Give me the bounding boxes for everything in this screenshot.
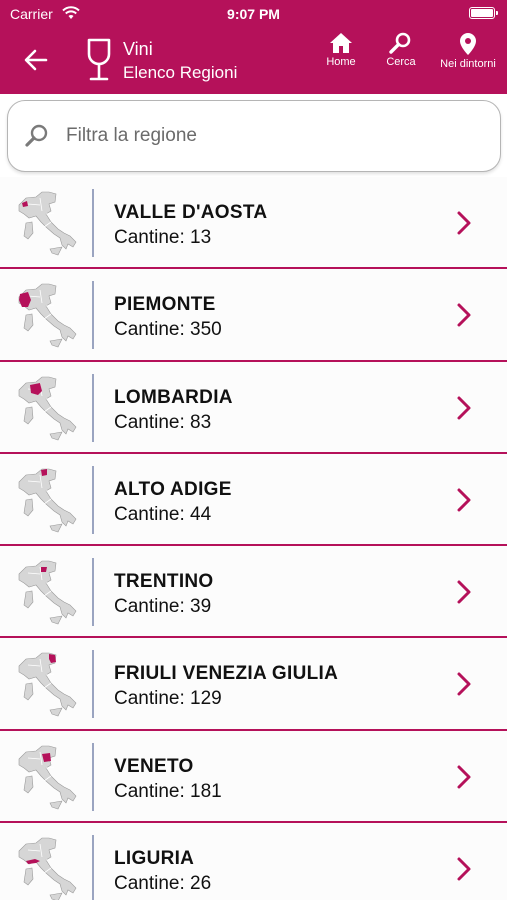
- italy-map-icon: [18, 468, 77, 533]
- region-winery-count: Cantine: 129: [114, 688, 222, 710]
- chevron-right-icon: [457, 765, 471, 789]
- row-separator: [92, 281, 94, 350]
- region-winery-count: Cantine: 39: [114, 596, 212, 618]
- chevron-right-icon: [457, 488, 471, 512]
- italy-map-icon: [18, 376, 77, 440]
- region-winery-count: Cantine: 181: [114, 780, 222, 802]
- chevron-right-icon: [457, 857, 471, 881]
- region-filter-input[interactable]: [66, 117, 486, 155]
- italy-map-icon: [18, 837, 77, 900]
- status-bar: Carrier 9:07 PM: [0, 0, 507, 28]
- nav-nearby-label: Nei dintorni: [440, 58, 496, 70]
- chevron-right-icon: [457, 672, 471, 696]
- region-row[interactable]: LOMBARDIA Cantine: 83: [0, 361, 507, 454]
- row-separator: [92, 189, 94, 257]
- region-name: TRENTINO: [114, 571, 214, 593]
- chevron-right-icon: [457, 303, 471, 327]
- region-name: LIGURIA: [114, 848, 195, 870]
- region-name: PIEMONTE: [114, 294, 216, 316]
- italy-map-icon: [18, 191, 77, 256]
- search-bar[interactable]: [7, 100, 501, 172]
- search-icon: [25, 124, 48, 147]
- nav-nearby-button[interactable]: Nei dintorni: [430, 32, 506, 70]
- region-name: ALTO ADIGE: [114, 478, 232, 500]
- region-list: VALLE D'AOSTA Cantine: 13 PIEMONTE Cantine:…: [0, 177, 507, 900]
- row-separator: [92, 742, 94, 811]
- region-row[interactable]: TRENTINO Cantine: 39: [0, 546, 507, 639]
- nav-search-label: Cerca: [386, 56, 416, 68]
- region-name: VALLE D'AOSTA: [114, 202, 268, 223]
- row-separator: [92, 558, 94, 627]
- status-time: 9:07 PM: [227, 6, 280, 22]
- header-titles: Vini Elenco Regioni: [123, 38, 237, 84]
- page-subtitle: Elenco Regioni: [123, 63, 238, 82]
- italy-map-icon: [18, 653, 77, 717]
- row-separator: [92, 835, 94, 900]
- region-row[interactable]: PIEMONTE Cantine: 350: [0, 269, 507, 362]
- nav-home-label: Home: [326, 56, 356, 68]
- row-separator: [92, 373, 94, 442]
- italy-map-icon: [18, 560, 77, 625]
- chevron-right-icon: [457, 211, 471, 235]
- region-name: VENETO: [114, 755, 194, 777]
- nav-home-button[interactable]: Home: [320, 32, 362, 68]
- region-row[interactable]: FRIULI VENEZIA GIULIA Cantine: 129: [0, 638, 507, 731]
- region-row[interactable]: VENETO Cantine: 181: [0, 730, 507, 824]
- italy-map-icon: [18, 745, 77, 810]
- row-separator: [92, 650, 94, 719]
- search-icon: [389, 32, 411, 54]
- row-separator: [92, 465, 94, 534]
- wine-glass-icon: [87, 38, 111, 81]
- page-title: Vini: [123, 39, 153, 59]
- home-icon: [330, 33, 352, 53]
- location-pin-icon: [460, 33, 476, 55]
- chevron-right-icon: [457, 396, 471, 420]
- chevron-right-icon: [457, 580, 471, 604]
- region-row[interactable]: VALLE D'AOSTA Cantine: 13: [0, 177, 507, 270]
- region-winery-count: Cantine: 13: [114, 227, 212, 248]
- region-winery-count: Cantine: 350: [114, 319, 222, 341]
- region-winery-count: Cantine: 44: [114, 503, 212, 525]
- nav-search-button[interactable]: Cerca: [380, 32, 422, 68]
- region-row[interactable]: ALTO ADIGE Cantine: 44: [0, 453, 507, 547]
- app-header: Carrier 9:07 PM Vini Elenco Regioni Home…: [0, 0, 507, 94]
- region-winery-count: Cantine: 26: [114, 873, 212, 895]
- region-name: FRIULI VENEZIA GIULIA: [114, 663, 339, 685]
- region-winery-count: Cantine: 83: [114, 411, 212, 433]
- region-name: LOMBARDIA: [114, 386, 233, 408]
- italy-map-icon: [18, 283, 77, 348]
- region-row[interactable]: LIGURIA Cantine: 26: [0, 823, 507, 900]
- back-arrow-icon[interactable]: [22, 46, 50, 74]
- battery-icon: [469, 7, 498, 19]
